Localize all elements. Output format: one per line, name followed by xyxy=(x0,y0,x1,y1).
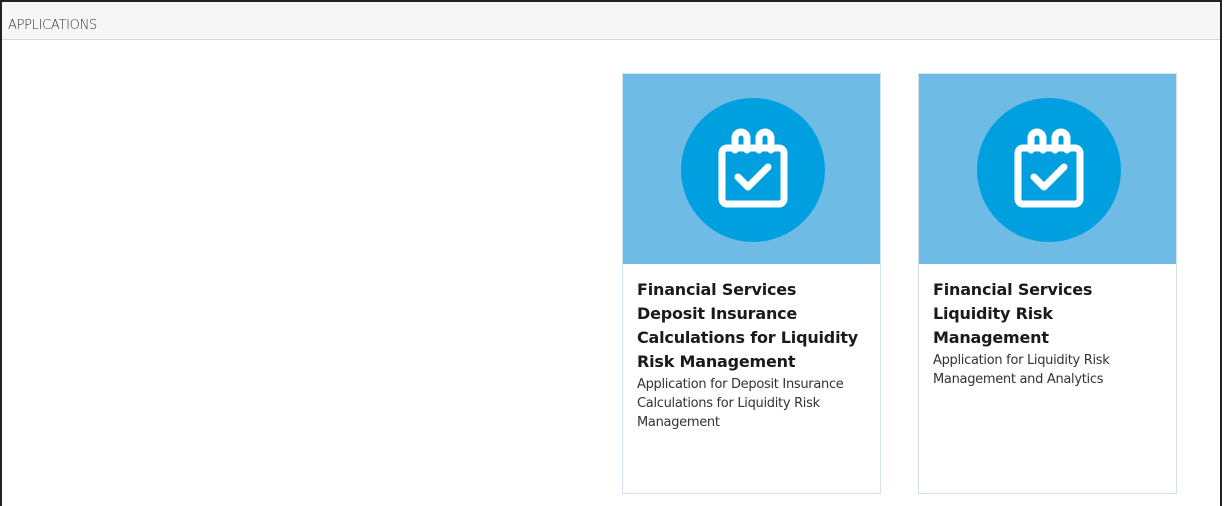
card-banner xyxy=(919,74,1176,264)
applications-panel: APPLICATIONS Financial Services Deposit … xyxy=(0,0,1222,506)
card-title[interactable]: Financial Services Liquidity Risk Manage… xyxy=(933,278,1162,350)
card-body: Financial Services Deposit Insurance Cal… xyxy=(637,278,866,432)
card-banner xyxy=(623,74,880,264)
application-card-liquidity-risk[interactable]: Financial Services Liquidity Risk Manage… xyxy=(918,73,1177,494)
calendar-check-icon xyxy=(681,98,825,242)
application-card-deposit-insurance[interactable]: Financial Services Deposit Insurance Cal… xyxy=(622,73,881,494)
card-description: Application for Liquidity Risk Managemen… xyxy=(933,353,1110,387)
panel-title: APPLICATIONS xyxy=(8,18,97,33)
panel-header: APPLICATIONS xyxy=(2,2,1220,40)
card-title[interactable]: Financial Services Deposit Insurance Cal… xyxy=(637,278,866,374)
calendar-check-icon xyxy=(977,98,1121,242)
card-body: Financial Services Liquidity Risk Manage… xyxy=(933,278,1162,389)
card-description: Application for Deposit Insurance Calcul… xyxy=(637,377,844,430)
